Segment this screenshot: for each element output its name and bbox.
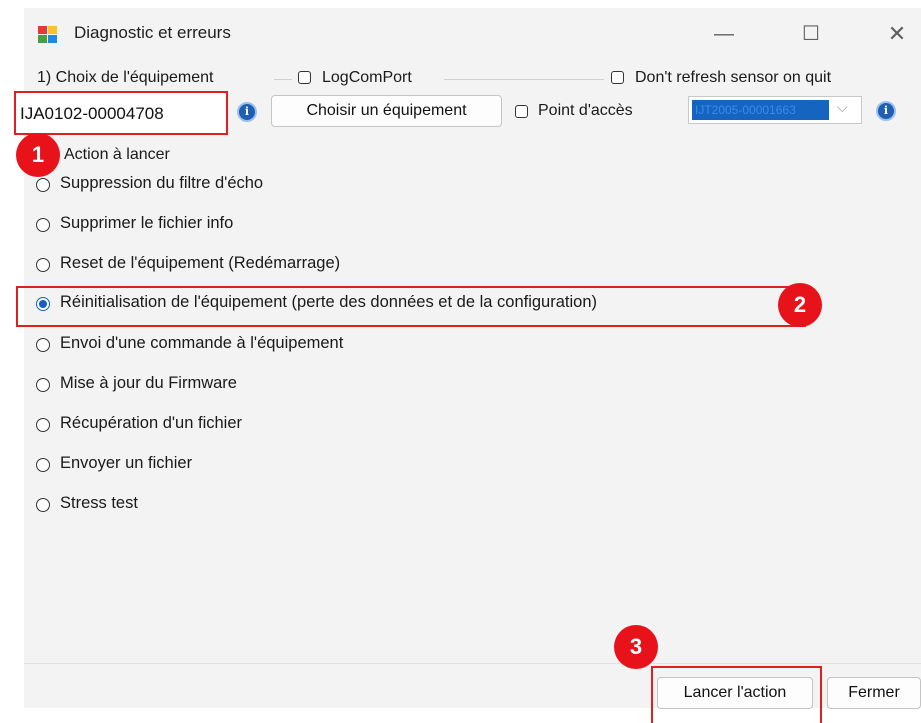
action-label: Envoi d'une commande à l'équipement bbox=[60, 334, 344, 352]
radio-button[interactable] bbox=[36, 458, 50, 472]
close-button[interactable]: Fermer bbox=[827, 677, 921, 709]
group-border bbox=[444, 79, 604, 80]
access-point-info-icon[interactable]: i bbox=[876, 101, 896, 121]
close-icon[interactable]: ✕ bbox=[877, 20, 917, 48]
radio-button[interactable] bbox=[36, 218, 50, 232]
device-id-field[interactable]: IJA0102-00004708 bbox=[14, 91, 228, 135]
action-label: Envoyer un fichier bbox=[60, 454, 193, 472]
annotation-badge-2: 2 bbox=[778, 283, 822, 327]
choose-equipment-button[interactable]: Choisir un équipement bbox=[271, 95, 502, 127]
annotation-badge-3: 3 bbox=[614, 625, 658, 669]
access-point-label: Point d'accès bbox=[538, 102, 633, 119]
action-label: Supprimer le fichier info bbox=[60, 214, 234, 232]
maximize-icon[interactable]: ☐ bbox=[791, 20, 831, 48]
action-group-label: Action à lancer bbox=[64, 146, 170, 163]
equipment-group-label: 1) Choix de l'équipement bbox=[37, 69, 214, 86]
radio-button[interactable] bbox=[36, 338, 50, 352]
title-bar: Diagnostic et erreurs — ☐ ✕ bbox=[24, 8, 921, 58]
radio-button[interactable] bbox=[36, 498, 50, 512]
radio-button[interactable] bbox=[36, 378, 50, 392]
action-label: Récupération d'un fichier bbox=[60, 414, 243, 432]
radio-button[interactable] bbox=[36, 178, 50, 192]
logcomport-label: LogComPort bbox=[322, 69, 412, 86]
action-label: Mise à jour du Firmware bbox=[60, 374, 237, 392]
group-border bbox=[274, 79, 292, 80]
action-label: Suppression du filtre d'écho bbox=[60, 174, 264, 192]
selected-action-highlight bbox=[16, 286, 806, 327]
chevron-down-icon[interactable]: ⌵ bbox=[837, 99, 848, 116]
minimize-icon[interactable]: — bbox=[704, 20, 744, 48]
device-id-value: IJA0102-00004708 bbox=[20, 104, 164, 123]
access-point-value: IJT2005-00001663 bbox=[692, 100, 829, 120]
annotation-badge-1: 1 bbox=[16, 133, 60, 177]
action-label: Reset de l'équipement (Redémarrage) bbox=[60, 254, 341, 272]
run-action-highlight bbox=[651, 666, 822, 723]
window-title: Diagnostic et erreurs bbox=[74, 23, 231, 42]
radio-button[interactable] bbox=[36, 418, 50, 432]
device-info-icon[interactable]: i bbox=[237, 102, 257, 122]
radio-button[interactable] bbox=[36, 258, 50, 272]
footer-separator bbox=[24, 663, 921, 664]
action-label: Stress test bbox=[60, 494, 138, 512]
dont-refresh-checkbox[interactable] bbox=[611, 71, 624, 84]
access-point-checkbox[interactable] bbox=[515, 105, 528, 118]
access-point-select[interactable]: IJT2005-00001663 ⌵ bbox=[688, 96, 862, 124]
dont-refresh-label: Don't refresh sensor on quit bbox=[635, 69, 832, 86]
logcomport-checkbox[interactable] bbox=[298, 71, 311, 84]
app-icon bbox=[38, 26, 58, 44]
dialog-window: Diagnostic et erreurs — ☐ ✕ 1) Choix de … bbox=[14, 8, 921, 723]
